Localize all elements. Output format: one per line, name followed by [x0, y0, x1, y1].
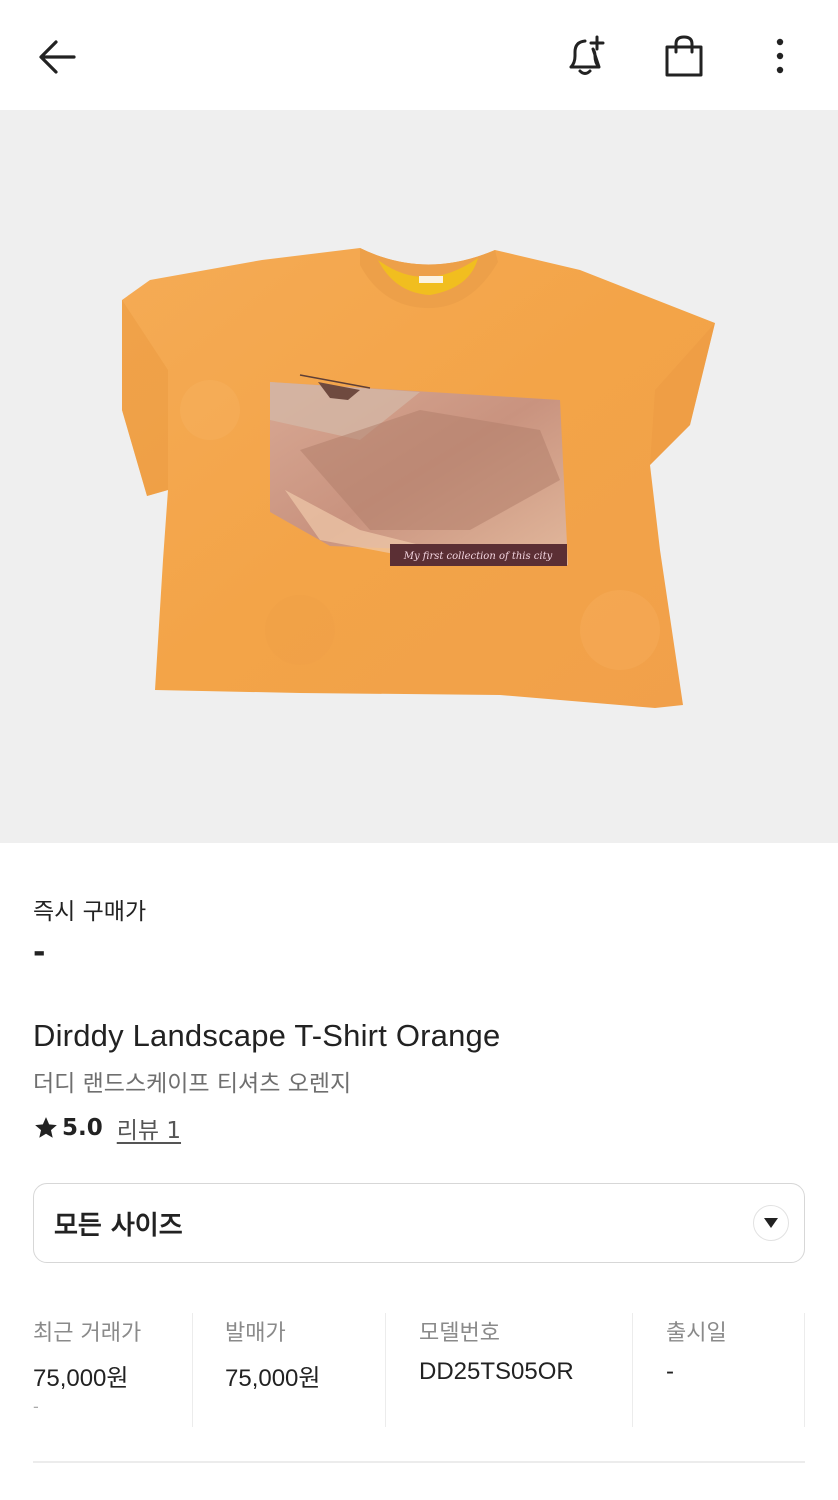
instant-price-label: 즉시 구매가	[33, 899, 147, 925]
size-select-toggle[interactable]	[753, 1205, 789, 1241]
triangle-down-icon	[764, 1218, 778, 1228]
info-value: -	[666, 1358, 674, 1385]
print-caption: My first collection of this city	[403, 551, 553, 562]
back-button[interactable]	[30, 30, 84, 84]
more-vertical-icon	[776, 38, 784, 74]
info-recent-price: 최근 거래가 75,000원 -	[33, 1313, 193, 1427]
info-key: 최근 거래가	[33, 1321, 142, 1346]
product-image[interactable]: My first collection of this city	[0, 110, 838, 843]
product-info-row: 최근 거래가 75,000원 - 발매가 75,000원 모델번호 DD25TS…	[33, 1313, 805, 1427]
info-key: 모델번호	[419, 1321, 500, 1346]
info-sub: -	[33, 1397, 39, 1416]
divider	[385, 1313, 386, 1427]
top-bar	[0, 0, 838, 110]
cart-button[interactable]	[656, 28, 712, 84]
price-alert-button[interactable]	[558, 28, 614, 84]
info-value: 75,000원	[225, 1365, 321, 1392]
info-value: DD25TS05OR	[419, 1358, 574, 1385]
rating-score: 5.0	[62, 1115, 103, 1141]
arrow-left-icon	[39, 40, 76, 74]
instant-price-value: -	[33, 935, 46, 970]
info-key: 발매가	[225, 1321, 286, 1346]
neck-label	[419, 276, 443, 283]
size-select[interactable]: 모든 사이즈	[33, 1183, 805, 1263]
info-model-number: 모델번호 DD25TS05OR	[386, 1313, 633, 1427]
product-title-en: Dirddy Landscape T-Shirt Orange	[33, 1018, 501, 1053]
size-select-label: 모든 사이즈	[54, 1210, 183, 1241]
tshirt-illustration: My first collection of this city	[122, 248, 715, 708]
more-button[interactable]	[756, 28, 804, 84]
info-release-price: 발매가 75,000원	[193, 1313, 386, 1427]
info-key: 출시일	[666, 1321, 727, 1346]
bell-plus-icon	[569, 35, 605, 75]
star-icon	[35, 1117, 57, 1138]
divider	[192, 1313, 193, 1427]
section-divider	[33, 1461, 805, 1463]
divider	[632, 1313, 633, 1427]
divider	[804, 1313, 805, 1427]
info-release-date: 출시일 -	[633, 1313, 805, 1427]
info-value: 75,000원	[33, 1365, 129, 1392]
rating-row: 5.0 리뷰 1	[33, 1111, 181, 1145]
shopping-bag-icon	[665, 35, 703, 77]
review-link[interactable]: 리뷰 1	[117, 1111, 181, 1145]
product-title-ko: 더디 랜드스케이프 티셔츠 오렌지	[33, 1071, 352, 1097]
